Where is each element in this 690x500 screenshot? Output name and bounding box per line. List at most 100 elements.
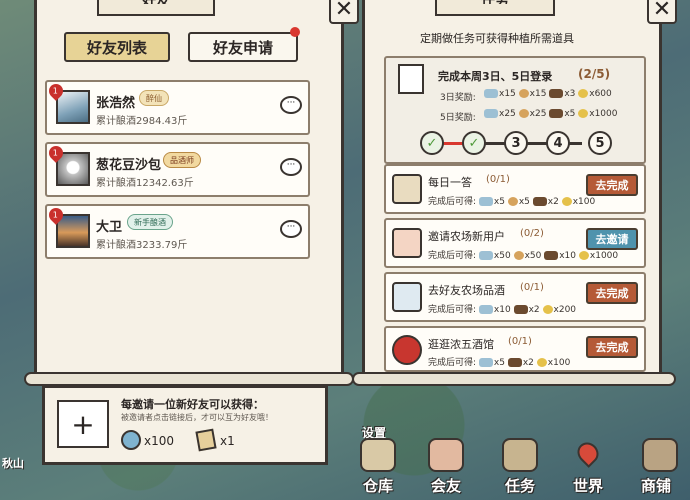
world-icon xyxy=(573,438,603,468)
fertilizer-icon xyxy=(549,89,564,98)
fertilizer-icon xyxy=(549,109,564,118)
nav-friends-label: 会友 xyxy=(430,477,461,495)
go-invite-button[interactable]: 去邀请 xyxy=(586,228,638,250)
invite-reward-amount: x100 xyxy=(144,434,175,448)
invite-reward-amount: x1 xyxy=(220,434,235,448)
seed-icon xyxy=(507,197,518,206)
fertilizer-icon xyxy=(507,358,522,367)
login-step-2: ✓ xyxy=(462,131,486,155)
coin-icon xyxy=(578,89,589,98)
nav-tasks-label: 任务 xyxy=(504,477,535,495)
nav-warehouse[interactable]: 仓库 xyxy=(346,432,410,498)
task-progress: (0/1) xyxy=(486,174,510,185)
coin-icon xyxy=(578,251,589,260)
day3-reward-label: 3日奖励: xyxy=(440,93,476,103)
nav-shop-label: 商铺 xyxy=(640,477,671,495)
tasks-scroll-rod xyxy=(352,372,676,386)
seed-icon xyxy=(518,109,529,118)
nav-shop[interactable]: 商铺 xyxy=(624,432,688,498)
coin-icon xyxy=(536,358,547,367)
chat-bubble-icon[interactable]: ··· xyxy=(280,96,302,114)
tab-friend-requests-label: 好友申请 xyxy=(212,38,273,57)
water-drop-icon xyxy=(484,109,498,118)
chat-bubble-icon[interactable]: ··· xyxy=(280,220,302,238)
water-drop-icon xyxy=(478,358,493,367)
invite-subtitle: 被邀请者点击链接后，才可以互为好友哦！ xyxy=(121,413,273,422)
tab-friend-list[interactable]: 好友列表 xyxy=(64,32,170,62)
close-friends-button[interactable]: ✕ xyxy=(329,0,359,24)
login-step-4: 4 xyxy=(546,131,570,155)
checklist-icon xyxy=(398,64,424,94)
water-drop-icon xyxy=(478,251,493,260)
scroll-icon xyxy=(195,428,217,452)
nav-warehouse-label: 仓库 xyxy=(362,477,393,495)
task-name: 每日一答 xyxy=(428,176,472,189)
go-complete-button[interactable]: 去完成 xyxy=(586,336,638,358)
fertilizer-icon xyxy=(544,251,559,260)
task-progress: (0/1) xyxy=(508,336,532,347)
go-complete-button[interactable]: 去完成 xyxy=(586,174,638,196)
warehouse-icon xyxy=(360,438,396,472)
task-card: 去好友农场品酒 (0/1) 完成后可得: x10 x2 x200 去完成 xyxy=(384,272,646,322)
tab-friend-requests[interactable]: 好友申请 xyxy=(188,32,298,62)
brew-total: 累计酿酒3233.79斤 xyxy=(96,240,188,251)
go-complete-button[interactable]: 去完成 xyxy=(586,282,638,304)
login-step-3: 3 xyxy=(504,131,528,155)
plus-icon: + xyxy=(71,407,95,441)
add-friend-button[interactable]: + xyxy=(57,400,109,448)
task-progress: (0/1) xyxy=(520,282,544,293)
task-card: 每日一答 (0/1) 完成后可得: x5 x5 x2 x100 去完成 xyxy=(384,164,646,214)
task-rewards: 完成后可得: x10 x2 x200 xyxy=(428,305,577,315)
login-task-progress: (2/5) xyxy=(578,67,611,81)
seed-icon xyxy=(518,89,529,98)
invite-title: 每邀请一位新好友可以获得： xyxy=(121,398,264,411)
day5-rewards: x25 x25 x5 x1000 xyxy=(484,109,617,119)
friend-name: 大卫 xyxy=(96,220,123,235)
login-task-title: 完成本周3日、5日登录 xyxy=(438,70,553,83)
friend-name: 张浩然 xyxy=(96,96,136,111)
coin-icon xyxy=(578,109,589,118)
brew-total: 累计酿酒2984.43斤 xyxy=(96,116,188,127)
friends-title-tag: 好友 xyxy=(97,0,215,16)
friend-name: 葱花豆沙包 xyxy=(96,158,162,173)
tasks-subtitle: 定期做任务可获得种植所需道具 xyxy=(420,32,574,45)
tasks-title-tag: 任务 xyxy=(435,0,555,16)
friend-card[interactable]: 1 葱花豆沙包 品酒师 累计酿酒12342.63斤 ··· xyxy=(45,142,310,197)
water-drop-icon xyxy=(121,430,141,450)
friend-card[interactable]: 1 大卫 新手酿酒 累计酿酒3233.79斤 ··· xyxy=(45,204,310,259)
task-card: 逛逛浓五酒馆 (0/1) 完成后可得: x5 x2 x100 去完成 xyxy=(384,326,646,372)
chat-bubble-icon[interactable]: ··· xyxy=(280,158,302,176)
nav-tasks[interactable]: 任务 xyxy=(488,432,552,498)
close-tasks-button[interactable]: ✕ xyxy=(647,0,677,24)
friends-panel-title: 好友 xyxy=(99,0,213,4)
task-progress: (0/2) xyxy=(520,228,544,239)
shop-icon xyxy=(642,438,678,472)
nav-world[interactable]: 世界 xyxy=(556,432,620,498)
map-edge-label: 秋山 xyxy=(2,457,24,470)
invite-users-icon xyxy=(392,228,422,258)
friend-request-notification-dot xyxy=(290,27,300,37)
task-name: 去好友农场品酒 xyxy=(428,284,505,297)
friend-card[interactable]: 1 张浩然 醉仙 累计酿酒2984.43斤 ··· xyxy=(45,80,310,135)
task-rewards: 完成后可得: x5 x5 x2 x100 xyxy=(428,197,596,207)
login-step-5: 5 xyxy=(588,131,612,155)
water-drop-icon xyxy=(478,305,493,314)
task-name: 逛逛浓五酒馆 xyxy=(428,338,494,351)
login-step-1: ✓ xyxy=(420,131,444,155)
coin-icon xyxy=(542,305,553,314)
brew-total: 累计酿酒12342.63斤 xyxy=(96,178,194,189)
tavern-logo-icon xyxy=(392,335,422,365)
day5-reward-label: 5日奖励: xyxy=(440,113,476,123)
fertilizer-icon xyxy=(532,197,547,206)
task-card: 邀请农场新用户 (0/2) 完成后可得: x50 x50 x10 x1000 去… xyxy=(384,218,646,268)
seed-icon xyxy=(513,251,524,260)
tab-friend-list-label: 好友列表 xyxy=(86,38,147,57)
wine-bottle-icon xyxy=(392,282,422,312)
water-drop-icon xyxy=(484,89,498,98)
nav-friends[interactable]: 会友 xyxy=(414,432,478,498)
title-badge: 新手酿酒 xyxy=(127,214,173,230)
title-badge: 品酒师 xyxy=(163,152,201,168)
fertilizer-icon xyxy=(513,305,528,314)
friends-icon xyxy=(428,438,464,472)
day3-rewards: x15 x15 x3 x600 xyxy=(484,89,612,99)
